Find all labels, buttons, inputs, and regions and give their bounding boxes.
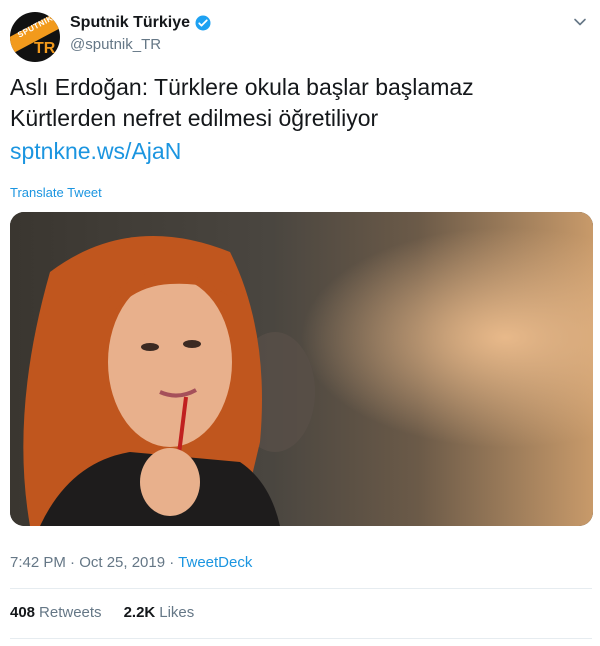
divider: [10, 588, 592, 589]
tweet-link[interactable]: sptnkne.ws/AjaN: [10, 136, 580, 167]
avatar[interactable]: SPUTNIK TR: [10, 12, 60, 62]
tweet-timestamp[interactable]: 7:42 PM · Oct 25, 2019: [10, 554, 165, 571]
tweet-meta: 7:42 PM · Oct 25, 2019 · TweetDeck: [10, 554, 252, 571]
avatar-logo-short: TR: [34, 40, 56, 57]
tweet-body: Aslı Erdoğan: Türklere okula başlar başl…: [10, 74, 474, 131]
chevron-down-icon[interactable]: [572, 14, 588, 30]
likes-count: 2.2K: [123, 604, 156, 621]
tweet-stats: 408 Retweets 2.2K Likes: [10, 604, 216, 621]
retweets-label: Retweets: [39, 604, 102, 621]
display-name[interactable]: Sputnik Türkiye: [70, 14, 190, 32]
verified-badge-icon: [195, 15, 211, 31]
name-row: Sputnik Türkiye: [70, 14, 212, 32]
account-handle[interactable]: @sputnik_TR: [70, 36, 161, 53]
meta-separator: ·: [165, 554, 179, 571]
retweets-stat[interactable]: 408 Retweets: [10, 604, 102, 621]
divider: [10, 638, 592, 639]
tweet-photo[interactable]: [10, 212, 593, 526]
translate-tweet-link[interactable]: Translate Tweet: [10, 185, 102, 200]
tweet-text: Aslı Erdoğan: Türklere okula başlar başl…: [10, 72, 580, 167]
tweet-source-link[interactable]: TweetDeck: [178, 554, 252, 571]
tweet-header: SPUTNIK TR Sputnik Türkiye @sputnik_TR: [10, 10, 590, 66]
likes-label: Likes: [159, 604, 195, 621]
photo-illustration: [10, 212, 593, 526]
retweets-count: 408: [10, 604, 36, 621]
likes-stat[interactable]: 2.2K Likes: [124, 604, 195, 621]
